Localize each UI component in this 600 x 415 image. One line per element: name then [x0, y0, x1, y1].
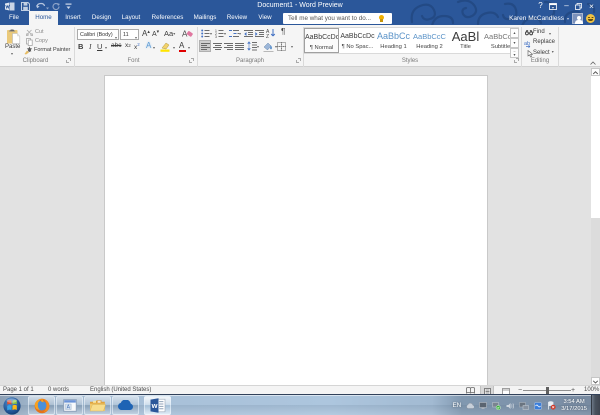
svg-text:3: 3	[215, 35, 217, 38]
svg-text:w: w	[150, 401, 157, 410]
svg-text:Z: Z	[266, 34, 269, 38]
